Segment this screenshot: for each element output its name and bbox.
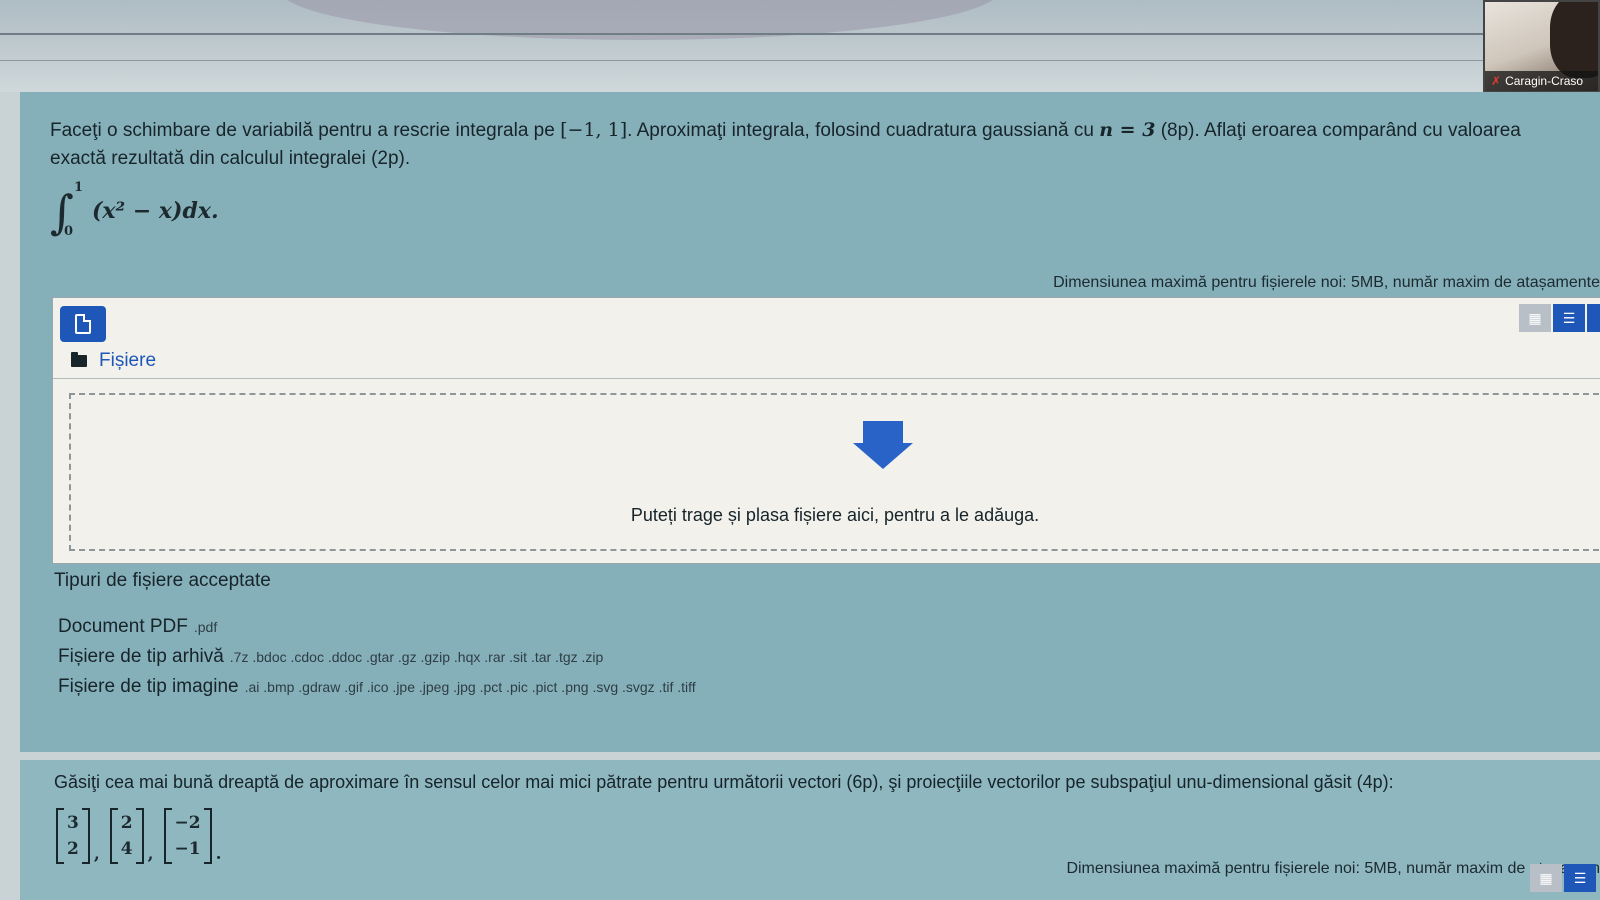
integral-upper-limit: 1 (74, 180, 84, 195)
question-card-2: Găsiţi cea mai bună dreaptă de aproximar… (20, 760, 1600, 900)
webcam-person (1550, 2, 1598, 78)
divider (0, 60, 1600, 61)
view-list-button[interactable]: ☰ (1553, 304, 1585, 332)
file-picker: ▦ ☰ Fișiere Puteți trage și plasa fișier… (52, 297, 1600, 564)
vector: 32 (56, 808, 90, 864)
folder-label[interactable]: Fișiere (99, 350, 156, 372)
grid-icon: ▦ (1539, 869, 1553, 886)
question-card-1: Faceţi o schimbare de variabilă pentru a… (20, 92, 1600, 752)
view-grid-button[interactable]: ▦ (1519, 304, 1551, 332)
vector-entry: −1 (174, 839, 201, 859)
file-type-extensions: .7z .bdoc .cdoc .ddoc .gtar .gz .gzip .h… (229, 649, 604, 665)
vector-list: 32 , 24 , −2 −1 . (56, 808, 232, 864)
integrand: (x² − x)dx. (92, 198, 219, 224)
max-size-note: Dimensiunea maximă pentru fișierele noi:… (1053, 274, 1600, 291)
view-grid-button[interactable]: ▦ (1530, 864, 1562, 892)
mic-muted-icon: ✗ (1491, 74, 1502, 88)
file-type-row: Fișiere de tip arhivă .7z .bdoc .cdoc .dd… (58, 642, 696, 672)
vector-entry: 2 (67, 839, 79, 859)
divider (53, 378, 1600, 379)
down-arrow-icon (853, 421, 913, 475)
vector: 24 (109, 808, 144, 864)
drop-zone[interactable]: Puteți trage și plasa fișiere aici, pent… (69, 393, 1599, 551)
grid-icon: ▦ (1528, 309, 1542, 326)
view-switcher: ▦ ☰ (1519, 304, 1600, 332)
vector: −2 −1 (163, 808, 212, 864)
file-type-label: Fișiere de tip imagine (58, 676, 239, 697)
question-text-part: Faceţi o schimbare de variabilă pentru a… (50, 120, 561, 141)
question-text: Faceţi o schimbare de variabilă pentru a… (50, 116, 1550, 173)
view-tree-button[interactable] (1587, 304, 1600, 332)
file-type-extensions: .pdf (193, 619, 218, 635)
file-icon (75, 314, 91, 334)
webcam-preview: ✗ Caragin-Craso (1483, 0, 1600, 93)
question-text-part: . Aproximaţi integrala, folosind cuadrat… (627, 120, 1100, 141)
integral-lower-limit: 0 (64, 224, 74, 239)
vector-entry: −2 (174, 813, 201, 833)
vector-entry: 3 (67, 813, 79, 833)
accepted-title: Tipuri de fișiere acceptate (54, 570, 271, 591)
folder-icon (71, 352, 87, 367)
list-icon: ☰ (1562, 309, 1576, 326)
file-type-label: Document PDF (58, 616, 188, 637)
math-interval: [−1, 1] (560, 119, 628, 141)
browser-top-area (0, 0, 1600, 92)
accepted-file-types: Tipuri de fișiere acceptate Document PDF… (54, 570, 696, 702)
list-icon: ☰ (1573, 869, 1587, 886)
drop-zone-text: Puteți trage și plasa fișiere aici, pent… (630, 505, 1040, 525)
view-list-button[interactable]: ☰ (1564, 864, 1596, 892)
add-file-button[interactable] (60, 306, 106, 342)
webcam-name: Caragin-Craso (1505, 74, 1584, 88)
max-size-note: Dimensiunea maximă pentru fișierele noi:… (1066, 860, 1600, 877)
file-type-label: Fișiere de tip arhivă (58, 646, 224, 667)
divider (0, 33, 1600, 35)
view-switcher: ▦ ☰ (1530, 864, 1596, 892)
folder-path[interactable]: Fișiere (71, 350, 156, 372)
vector-entry: 2 (120, 813, 133, 833)
file-type-extensions: .ai .bmp .gdraw .gif .ico .jpe .jpeg .jp… (244, 679, 696, 695)
file-type-row: Fișiere de tip imagine .ai .bmp .gdraw .g… (58, 672, 696, 702)
webcam-label: ✗ Caragin-Craso (1485, 71, 1598, 91)
math-n-equals: n = 3 (1099, 119, 1156, 141)
question-text: Găsiţi cea mai bună dreaptă de aproximar… (54, 772, 1394, 792)
vector-entry: 4 (120, 839, 133, 859)
file-type-row: Document PDF .pdf (58, 612, 696, 642)
